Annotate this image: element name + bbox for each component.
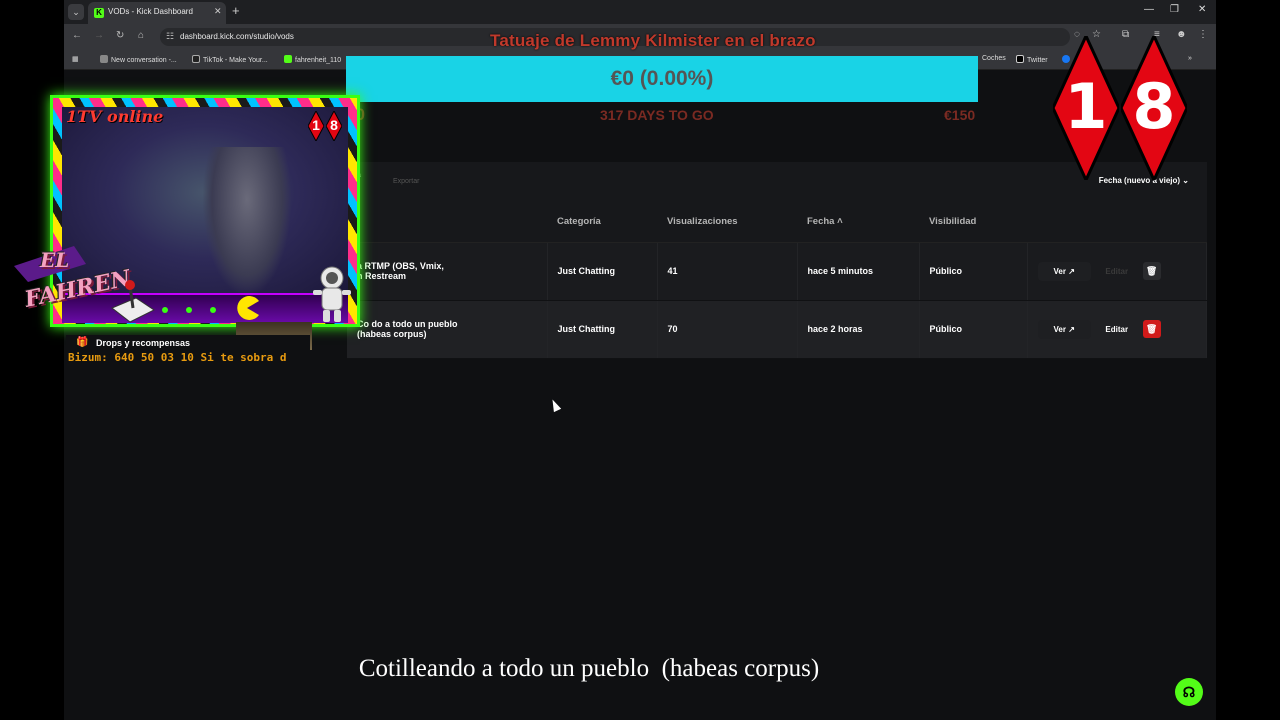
window-close-icon[interactable]: ✕ — [1198, 4, 1206, 15]
tiktok-icon — [192, 55, 200, 63]
chevron-up-icon: ˄ — [837, 216, 843, 228]
vod-actions: Ver ↗ Editar 🗑 — [1027, 300, 1207, 359]
external-link-icon: ↗ — [1068, 266, 1075, 276]
bookmark-item[interactable]: TikTok - Make Your... — [192, 55, 268, 64]
kick-favicon-icon: K — [94, 8, 104, 18]
x-icon — [1016, 55, 1024, 63]
export-button[interactable]: Exportar — [393, 178, 419, 185]
forward-icon[interactable]: → — [94, 30, 104, 41]
trash-icon: 🗑 — [1145, 323, 1158, 334]
view-button[interactable]: Ver ↗ — [1037, 261, 1091, 281]
column-title — [347, 202, 547, 243]
table-row[interactable]: Co do a todo un pueblo (habeas corpus) Ju… — [347, 300, 1207, 359]
vod-views: 70 — [657, 300, 798, 359]
minimize-icon[interactable]: — — [1144, 4, 1154, 15]
age-digit: 8 — [1132, 70, 1176, 143]
screen: ⌄ K VODs - Kick Dashboard ✕ + — ❐ ✕ ← → … — [0, 0, 1280, 720]
vod-views: 41 — [657, 242, 798, 301]
pellet-icon — [210, 307, 216, 313]
edit-button[interactable]: Editar — [1093, 262, 1140, 281]
pacman-icon — [237, 296, 259, 320]
vod-actions: Ver ↗ Editar 🗑 — [1027, 242, 1207, 301]
mini-age-digit: 1 — [312, 117, 320, 133]
chat-icon — [100, 55, 108, 63]
vod-category: Just Chatting — [547, 300, 658, 359]
gift-icon: 🎁 — [76, 337, 89, 348]
restore-icon[interactable]: ❐ — [1170, 4, 1179, 15]
tab-close-icon[interactable]: ✕ — [214, 6, 222, 17]
bookmark-item[interactable]: Coches — [982, 55, 1006, 62]
home-icon[interactable]: ⌂ — [138, 30, 144, 41]
apps-icon[interactable]: ▦ — [72, 55, 79, 63]
support-icon: ☊ — [1182, 684, 1196, 700]
vod-title[interactable]: Co do a todo un pueblo (habeas corpus) — [347, 300, 548, 359]
streamer-image — [202, 147, 292, 297]
menu-icon[interactable]: ⋮ — [1198, 29, 1208, 40]
goal-target: €150 — [944, 107, 976, 123]
new-tab-icon[interactable]: + — [232, 4, 240, 18]
vod-visibility: Público — [919, 300, 1028, 359]
tab-search-icon[interactable]: ⌄ — [68, 4, 84, 20]
external-link-icon: ↗ — [1068, 324, 1075, 334]
delete-button[interactable]: 🗑 — [1142, 319, 1161, 338]
mini-age-digit: 8 — [330, 117, 338, 133]
url-text: dashboard.kick.com/studio/vods — [180, 32, 294, 41]
column-views: Visualizaciones — [657, 202, 797, 243]
tab-strip: ⌄ K VODs - Kick Dashboard ✕ + — ❐ ✕ — [64, 0, 1216, 24]
vod-date: hace 2 horas — [797, 300, 920, 359]
astronaut-icon — [313, 266, 351, 322]
support-button[interactable]: ☊ — [1175, 678, 1203, 706]
edit-button[interactable]: Editar — [1093, 320, 1140, 339]
table-row[interactable]: a RTMP (OBS, Vmix, h Restream Just Chatti… — [347, 242, 1207, 301]
table-header: Categoría Visualizaciones Fecha ˄ Visibi… — [347, 202, 1207, 243]
joystick-icon — [111, 280, 155, 323]
kick-icon — [284, 55, 292, 63]
tab-vods[interactable]: K VODs - Kick Dashboard ✕ — [88, 2, 226, 24]
delete-button[interactable]: 🗑 — [1142, 261, 1161, 280]
vod-date: hace 5 minutos — [797, 242, 920, 301]
tab-title: VODs - Kick Dashboard — [108, 7, 193, 16]
bookmark-item[interactable]: New conversation -... — [100, 55, 177, 64]
subtitle-caption: Cotilleando a todo un pueblo (habeas cor… — [358, 655, 820, 682]
vod-category: Just Chatting — [547, 242, 658, 301]
logo-el: EL — [40, 248, 70, 272]
column-actions — [1027, 202, 1207, 243]
reload-icon[interactable]: ↻ — [116, 30, 124, 41]
goal-days-left: 317 DAYS TO GO — [600, 107, 714, 123]
bookmark-item[interactable]: fahrenheit_110 — [284, 55, 341, 64]
view-button[interactable]: Ver ↗ — [1037, 319, 1091, 339]
pellet-icon — [186, 307, 192, 313]
trash-icon: 🗑 — [1145, 265, 1158, 276]
el-fahren-logo: EL FAHREN — [14, 238, 164, 338]
vod-visibility: Público — [919, 242, 1028, 301]
age-digit: 1 — [1064, 70, 1108, 143]
column-visibility: Visibilidad — [919, 202, 1027, 243]
back-icon[interactable]: ← — [72, 30, 82, 41]
column-date[interactable]: Fecha ˄ — [797, 202, 919, 243]
vod-title[interactable]: a RTMP (OBS, Vmix, h Restream — [347, 242, 548, 301]
donation-goal-bar: €0 (0.00%) — [346, 56, 978, 102]
column-category: Categoría — [547, 202, 657, 243]
age-rating-badge: 1 8 — [1053, 36, 1193, 180]
goal-amount: €0 (0.00%) — [610, 67, 714, 90]
vods-table: Categoría Visualizaciones Fecha ˄ Visibi… — [347, 202, 1207, 359]
tattoo-title: Tatuaje de Lemmy Kilmister en el brazo — [490, 31, 816, 50]
site-info-icon[interactable]: ☷ — [166, 31, 174, 42]
channel-label: 1TV online — [66, 107, 164, 126]
donation-ticker: Bizum: 640 50 03 10 Si te sobra d — [66, 351, 310, 365]
bookmark-item[interactable]: Twitter — [1016, 55, 1048, 64]
